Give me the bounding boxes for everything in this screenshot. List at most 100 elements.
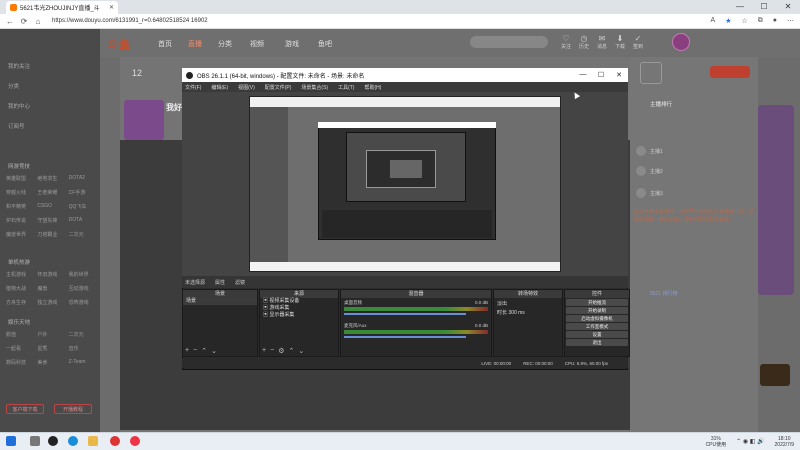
filters-button[interactable]: 滤镜 [235,279,245,286]
studio-mode-button[interactable]: 工作室模式 [566,323,628,330]
profile-icon[interactable]: ● [773,17,777,25]
sidebar-category-link[interactable]: 美食 [37,359,66,366]
nav-live[interactable]: 直播 [188,39,202,49]
favorites-icon[interactable]: ☆ [741,17,747,25]
sidebar-category-link[interactable]: 独立游戏 [37,299,66,306]
nav-video[interactable]: 视频 [250,39,264,49]
obs-taskbar-icon[interactable] [48,436,58,446]
windows-start-icon[interactable] [6,436,16,446]
obs-maximize-button[interactable]: ☐ [592,71,610,79]
down-icon[interactable]: ⌄ [211,347,217,355]
minimize-button[interactable]: — [728,0,752,14]
header-download[interactable]: ⬇ 下载 [610,34,630,50]
up-icon[interactable]: ⌃ [288,347,294,355]
remove-icon[interactable]: − [193,347,197,355]
obs-close-button[interactable]: ✕ [610,71,628,79]
sidebar-category-link[interactable]: 恐怖游戏 [69,299,98,306]
collections-icon[interactable]: ⧉ [758,17,763,25]
volume-slider[interactable] [344,336,467,338]
sidebar-category-link[interactable]: DOTA2 [69,175,98,182]
volume-slider[interactable] [344,313,467,315]
sidebar-category-link[interactable]: 炉石传说 [6,217,35,224]
sidebar-item-center[interactable]: 我的中心 [8,102,30,110]
pc-client-badge[interactable] [710,66,750,78]
sidebar-category-link[interactable]: 刀塔霸业 [37,231,66,238]
client-download-button[interactable]: 客户端下载 [6,404,44,414]
search-icon[interactable] [30,436,40,446]
nav-game[interactable]: 游戏 [285,39,299,49]
start-streaming-button[interactable]: 开始推流 [566,299,628,306]
tray-icons[interactable]: ⌃ ◉ ◧ 🔊 [736,438,764,445]
up-icon[interactable]: ⌃ [201,347,207,355]
user-avatar[interactable] [672,33,690,51]
sidebar-category-link[interactable]: CF手游 [69,189,98,196]
stream-tutorial-button[interactable]: 开播教程 [54,404,92,414]
down-icon[interactable]: ⌄ [298,347,304,355]
sidebar-category-link[interactable]: 二次元 [69,231,98,238]
sidebar-category-link[interactable]: 颜值 [6,331,35,338]
sidebar-category-link[interactable]: 植物大战 [6,285,35,292]
duration-row[interactable]: 时长 300 ms [494,310,562,317]
rank-user[interactable]: 主播3 [636,188,663,198]
favorite-star-icon[interactable]: ★ [725,17,731,25]
sidebar-category-link[interactable]: CSGO [37,203,66,210]
browser-tab[interactable]: 5621韦光ZHOUJINJY直播_斗 ✕ [6,1,118,14]
header-message[interactable]: ✉ 消息 [592,34,612,50]
edge-taskbar-icon[interactable] [68,436,78,446]
streamer-avatar[interactable] [124,100,164,140]
sidebar-category-link[interactable]: 音乐 [69,345,98,352]
sidebar-category-link[interactable]: 二次元 [69,331,98,338]
menu-edit[interactable]: 编辑(E) [211,84,228,91]
sidebar-category-link[interactable]: DOTA [69,217,98,224]
ranking-tab[interactable]: 主播排行 [650,100,672,108]
menu-file[interactable]: 文件(F) [185,84,201,91]
sidebar-item-subscribe[interactable]: 订阅号 [8,122,25,130]
app-taskbar-icon[interactable] [130,436,140,446]
sidebar-category-link[interactable]: 绝地求生 [37,175,66,182]
sidebar-category-link[interactable]: 英雄联盟 [6,175,35,182]
obs-minimize-button[interactable]: — [574,71,592,79]
sidebar-category-link[interactable]: 王者荣耀 [37,189,66,196]
settings-button[interactable]: 设置 [566,331,628,338]
room-action-icon[interactable] [640,62,662,84]
app-taskbar-icon[interactable] [110,436,120,446]
refresh-icon[interactable]: ⟳ [20,17,28,26]
gear-icon[interactable]: ⚙ [278,347,284,355]
nav-category[interactable]: 分类 [218,39,232,49]
explorer-taskbar-icon[interactable] [88,436,98,446]
nav-home[interactable]: 首页 [158,39,172,49]
header-checkin[interactable]: ✓ 签到 [628,34,648,50]
header-history[interactable]: ◷ 历史 [574,34,594,50]
menu-profile[interactable]: 配置文件(P) [265,84,292,91]
menu-help[interactable]: 帮助(H) [364,84,381,91]
home-icon[interactable]: ⌂ [34,17,42,26]
sidebar-category-link[interactable]: 主机游戏 [6,271,35,278]
properties-button[interactable]: 属性 [215,279,225,286]
ranking-link[interactable]: 5621 排行榜 [650,290,678,297]
sidebar-category-link[interactable]: 一起看 [6,345,35,352]
menu-view[interactable]: 视图(V) [238,84,255,91]
sidebar-category-link[interactable]: 数码科技 [6,359,35,366]
source-item[interactable]: ▣ 显示器采集 [260,312,338,319]
sidebar-item-follow[interactable]: 我的关注 [8,62,30,70]
sidebar-category-link[interactable]: Z-Team [69,359,98,366]
site-logo[interactable]: 斗鱼 [108,36,130,52]
nav-fishbar[interactable]: 鱼吧 [318,39,332,49]
close-window-button[interactable]: ✕ [776,0,800,14]
rank-user[interactable]: 主播1 [636,146,663,156]
sidebar-category-link[interactable]: QQ飞车 [69,203,98,210]
sidebar-category-link[interactable]: 我的世界 [69,271,98,278]
add-icon[interactable]: + [262,347,266,355]
maximize-button[interactable]: ☐ [752,0,776,14]
virtual-camera-button[interactable]: 启动虚拟摄像机 [566,315,628,322]
sidebar-item-category[interactable]: 分类 [8,82,19,90]
exit-button[interactable]: 退出 [566,339,628,346]
clock[interactable]: 18:10 2022/7/9 [775,436,794,448]
sidebar-category-link[interactable]: 穿越火线 [6,189,35,196]
remove-icon[interactable]: − [270,347,274,355]
site-search-input[interactable] [470,36,548,48]
sidebar-category-link[interactable]: 和平精英 [6,203,35,210]
sidebar-category-link[interactable]: 星秀 [37,345,66,352]
menu-scene-collection[interactable]: 场景集合(S) [301,84,328,91]
sidebar-category-link[interactable]: 守望先锋 [37,217,66,224]
